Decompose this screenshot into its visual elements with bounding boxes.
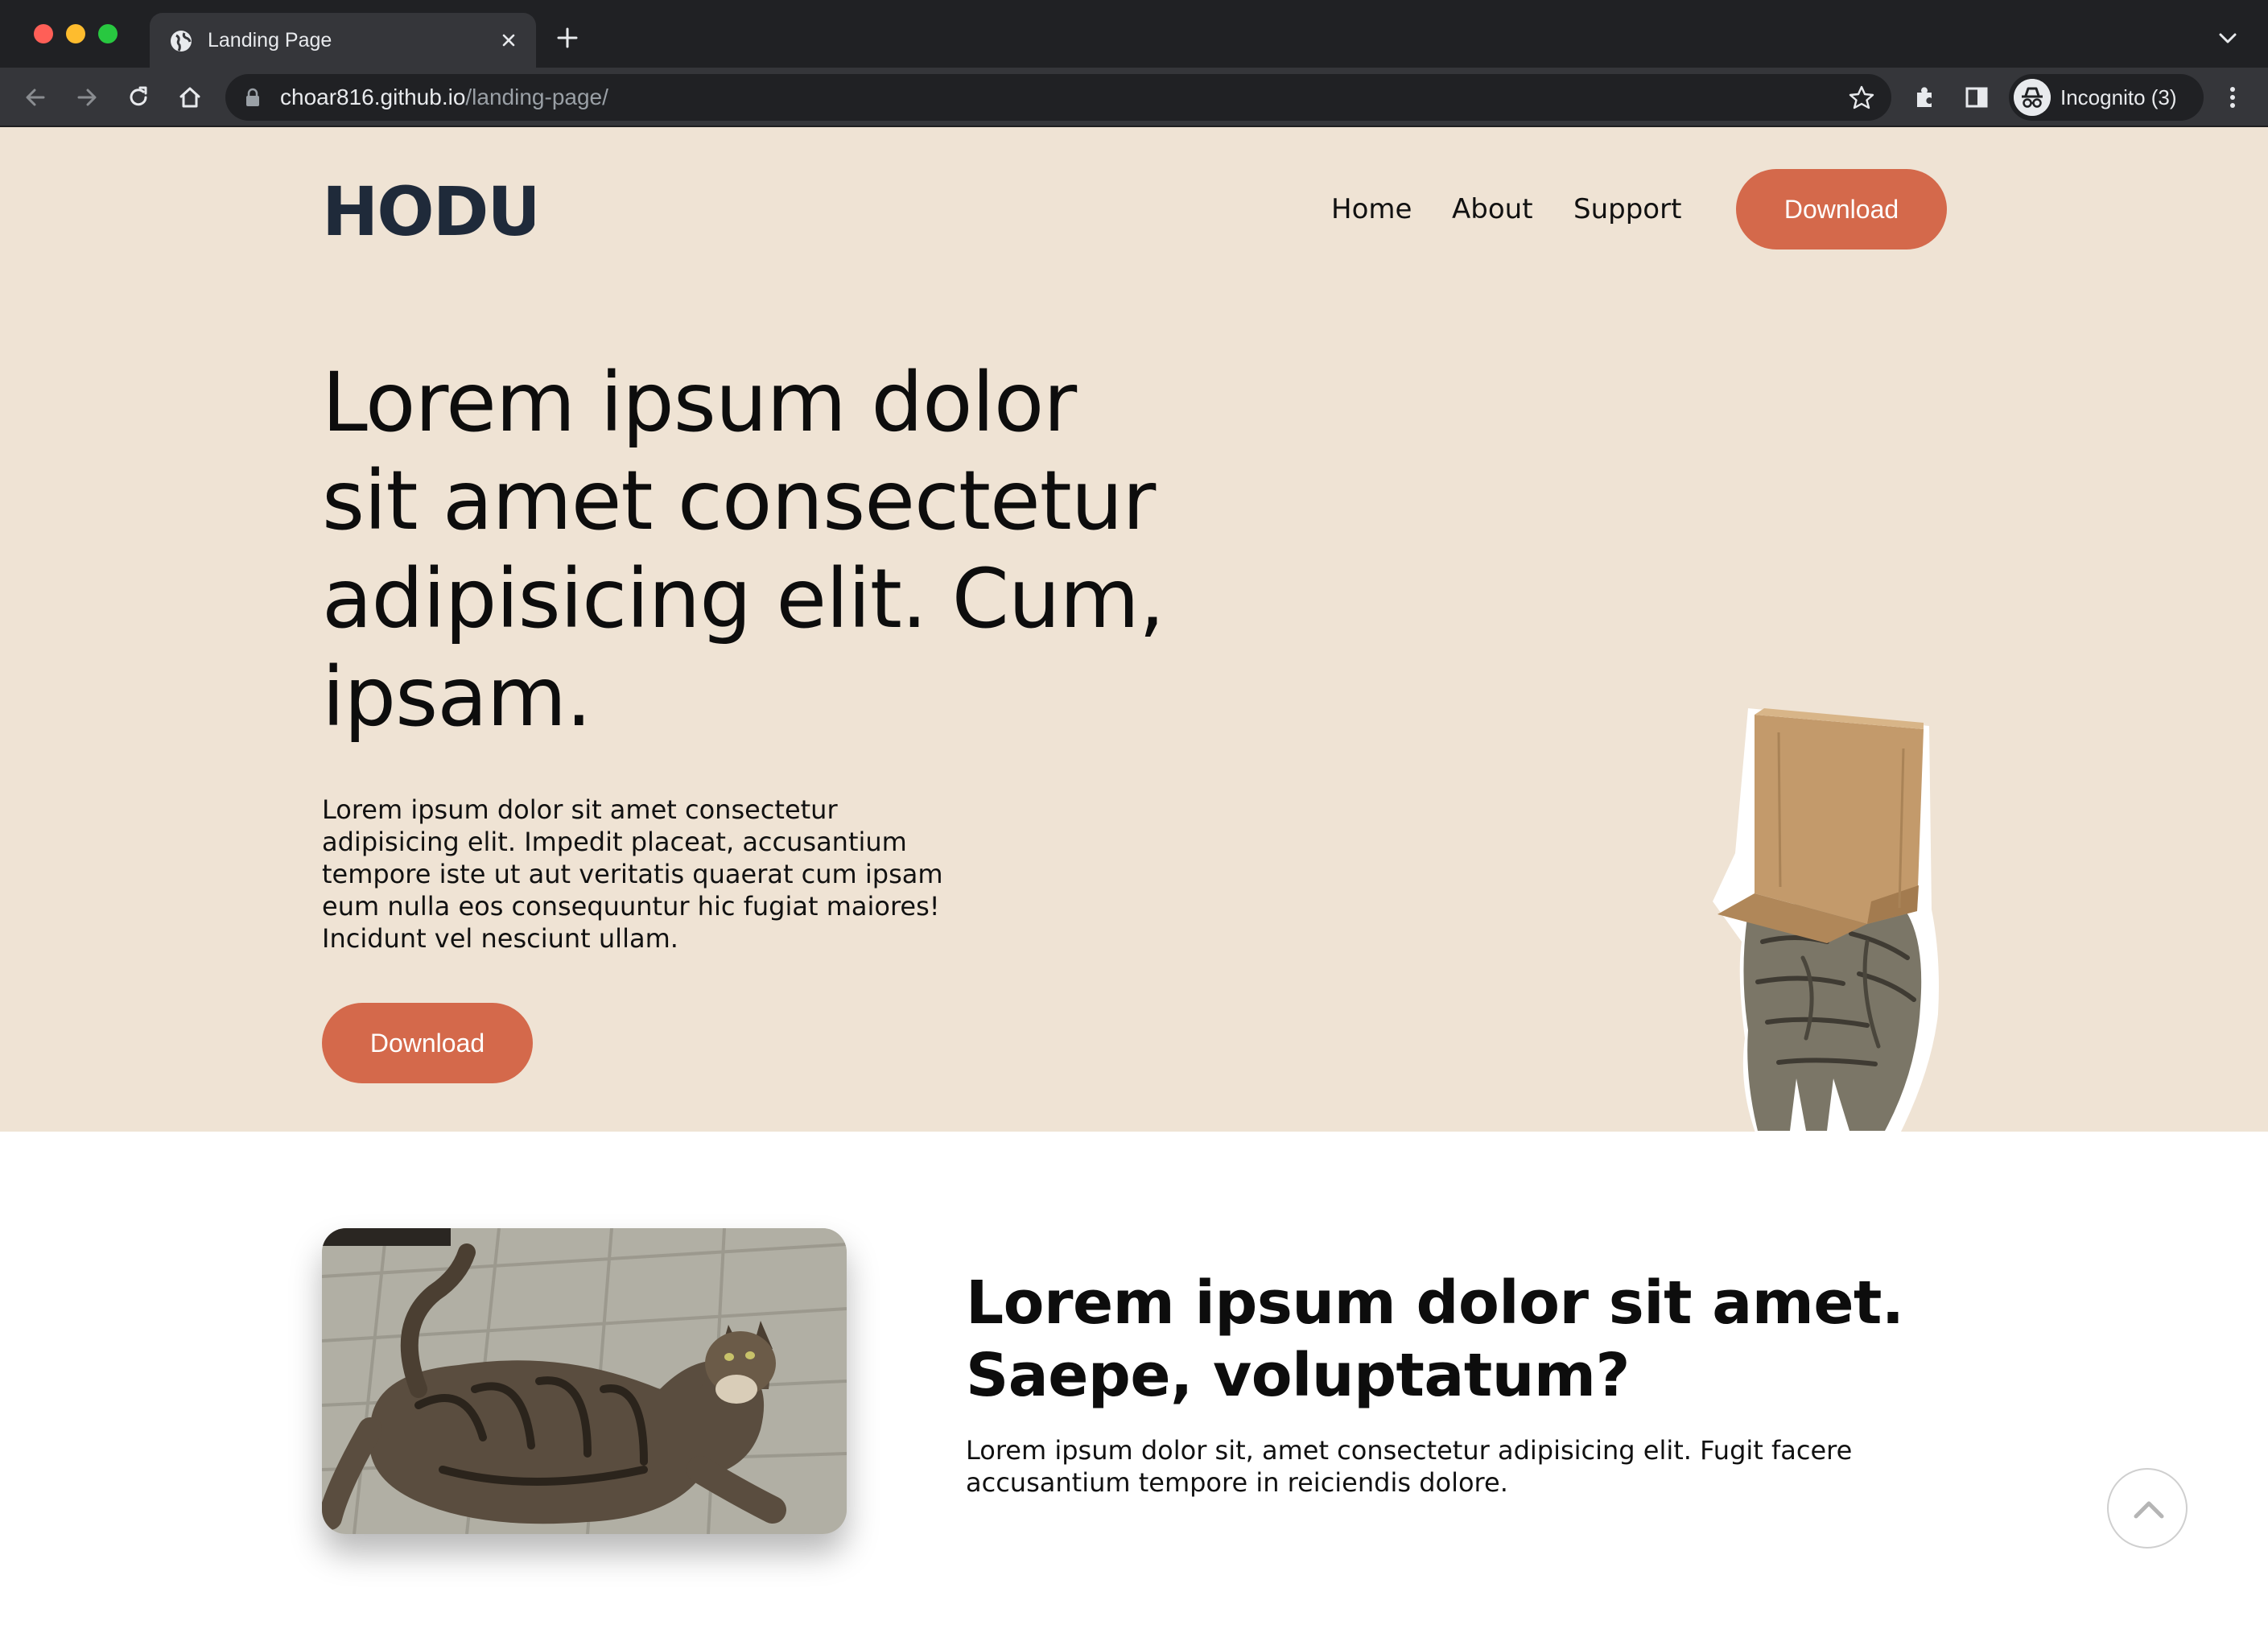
incognito-icon — [2014, 79, 2051, 116]
hero-section: HODU Home About Support Download Lorem i… — [0, 127, 2268, 1132]
plus-icon[interactable] — [555, 26, 579, 50]
lock-icon[interactable] — [245, 88, 261, 107]
nav-home[interactable]: Home — [1331, 192, 1412, 227]
cat-with-box-image — [1713, 708, 1939, 1132]
url-host: choar816.github.io — [280, 85, 466, 109]
nav-about[interactable]: About — [1452, 192, 1533, 227]
kebab-menu-icon[interactable] — [2218, 83, 2247, 112]
url-text[interactable]: choar816.github.io/landing-page/ — [280, 84, 608, 111]
side-panel-icon[interactable] — [1962, 83, 1991, 112]
browser-chrome: Landing Page choar816.github.io/landing-… — [0, 0, 2268, 127]
incognito-label: Incognito (3) — [2060, 85, 2177, 109]
cat-photo — [322, 1228, 847, 1534]
back-arrow-icon[interactable] — [21, 83, 50, 112]
tab-title: Landing Page — [208, 29, 332, 52]
feature-description: Lorem ipsum dolor sit, amet consectetur … — [966, 1435, 1853, 1498]
header-download-button[interactable]: Download — [1736, 169, 1947, 250]
globe-icon — [171, 31, 192, 52]
chevron-up-icon — [2134, 1501, 2164, 1519]
home-icon[interactable] — [175, 83, 204, 112]
hero-description: Lorem ipsum dolor sit amet consectetur a… — [322, 794, 943, 954]
scroll-to-top-button[interactable] — [2107, 1468, 2188, 1549]
chevron-down-icon[interactable] — [2216, 29, 2239, 47]
minimize-window-button[interactable] — [66, 24, 85, 43]
hodu-logo[interactable]: HODU — [322, 177, 534, 241]
feature-section: Lorem ipsum dolor sit amet. Saepe, volup… — [0, 1132, 2268, 1629]
nav-support[interactable]: Support — [1573, 192, 1681, 227]
incognito-profile-button[interactable]: Incognito (3) — [2009, 74, 2204, 121]
close-window-button[interactable] — [34, 24, 53, 43]
browser-toolbar: choar816.github.io/landing-page/ Incogni… — [0, 68, 2268, 127]
svg-text:HODU: HODU — [322, 177, 534, 241]
extensions-icon[interactable] — [1911, 83, 1940, 112]
tab-bar: Landing Page — [0, 0, 2268, 68]
tab-landing-page[interactable]: Landing Page — [150, 13, 536, 68]
address-bar[interactable]: choar816.github.io/landing-page/ — [225, 74, 1891, 121]
zoom-window-button[interactable] — [98, 24, 118, 43]
hero-download-button[interactable]: Download — [322, 1003, 533, 1083]
url-path: /landing-page/ — [465, 85, 608, 109]
hero-title: Lorem ipsum dolor sit amet consectetur a… — [322, 355, 1165, 745]
forward-arrow-icon[interactable] — [72, 83, 101, 112]
reload-icon[interactable] — [124, 83, 153, 112]
star-icon[interactable] — [1848, 85, 1875, 110]
feature-title: Lorem ipsum dolor sit amet. Saepe, volup… — [966, 1268, 1904, 1410]
close-icon[interactable] — [497, 29, 520, 52]
